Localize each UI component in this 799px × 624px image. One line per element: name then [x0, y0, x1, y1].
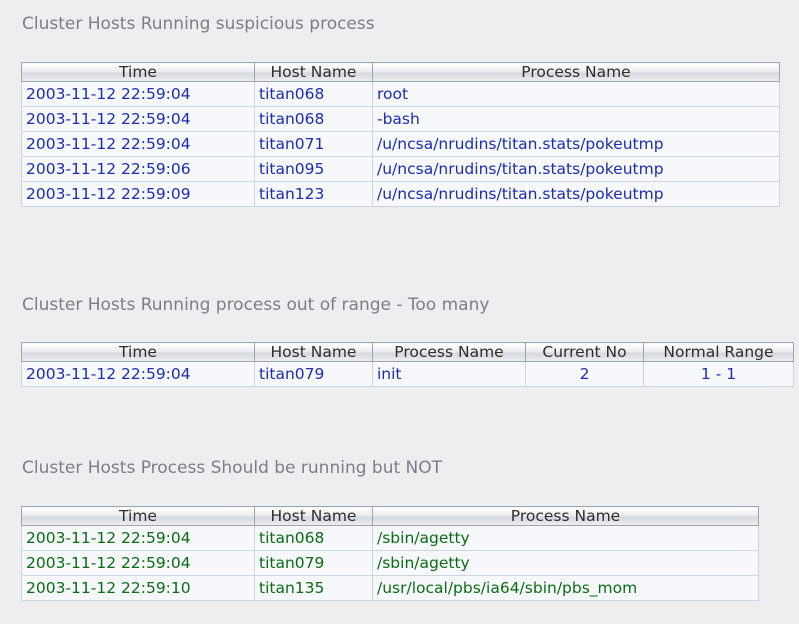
column-header-host-name[interactable]: Host Name [254, 62, 373, 82]
host-name-cell: titan068 [254, 525, 373, 551]
process-name-cell: /u/ncsa/nrudins/titan.stats/pokeutmp [372, 181, 780, 207]
table-header-row: Time Host Name Process Name Current No N… [21, 342, 794, 362]
time-cell: 2003-11-12 22:59:04 [21, 361, 255, 387]
column-header-process-name[interactable]: Process Name [372, 62, 780, 82]
column-header-process-name[interactable]: Process Name [372, 342, 526, 362]
table-row: 2003-11-12 22:59:04 titan079 /sbin/agett… [21, 550, 759, 576]
time-cell: 2003-11-12 22:59:10 [21, 575, 255, 601]
table-row: 2003-11-12 22:59:04 titan068 /sbin/agett… [21, 525, 759, 551]
time-cell: 2003-11-12 22:59:04 [21, 81, 255, 107]
column-header-process-name[interactable]: Process Name [372, 506, 759, 526]
process-name-cell: -bash [372, 106, 780, 132]
table-row: 2003-11-12 22:59:04 titan068 root [21, 81, 780, 107]
column-header-current-no[interactable]: Current No [525, 342, 644, 362]
time-cell: 2003-11-12 22:59:06 [21, 156, 255, 182]
column-header-host-name[interactable]: Host Name [254, 506, 373, 526]
time-cell: 2003-11-12 22:59:04 [21, 525, 255, 551]
table-header-row: Time Host Name Process Name [21, 506, 759, 526]
table-row: 2003-11-12 22:59:09 titan123 /u/ncsa/nru… [21, 181, 780, 207]
not-running-table: Time Host Name Process Name 2003-11-12 2… [21, 506, 759, 601]
table-row: 2003-11-12 22:59:04 titan068 -bash [21, 106, 780, 132]
suspicious-process-title: Cluster Hosts Running suspicious process [22, 14, 375, 34]
report-page: Cluster Hosts Running suspicious process… [0, 0, 799, 624]
host-name-cell: titan123 [254, 181, 373, 207]
not-running-title: Cluster Hosts Process Should be running … [22, 458, 443, 478]
suspicious-process-table: Time Host Name Process Name 2003-11-12 2… [21, 62, 780, 207]
process-name-cell: /u/ncsa/nrudins/titan.stats/pokeutmp [372, 131, 780, 157]
host-name-cell: titan068 [254, 81, 373, 107]
column-header-host-name[interactable]: Host Name [254, 342, 373, 362]
time-cell: 2003-11-12 22:59:04 [21, 550, 255, 576]
table-row: 2003-11-12 22:59:10 titan135 /usr/local/… [21, 575, 759, 601]
time-cell: 2003-11-12 22:59:04 [21, 106, 255, 132]
host-name-cell: titan071 [254, 131, 373, 157]
process-name-cell: root [372, 81, 780, 107]
out-of-range-title: Cluster Hosts Running process out of ran… [22, 295, 490, 315]
host-name-cell: titan079 [254, 550, 373, 576]
table-row: 2003-11-12 22:59:04 titan071 /u/ncsa/nru… [21, 131, 780, 157]
time-cell: 2003-11-12 22:59:04 [21, 131, 255, 157]
normal-range-cell: 1 - 1 [643, 361, 794, 387]
process-name-cell: init [372, 361, 526, 387]
table-header-row: Time Host Name Process Name [21, 62, 780, 82]
process-name-cell: /usr/local/pbs/ia64/sbin/pbs_mom [372, 575, 759, 601]
out-of-range-table: Time Host Name Process Name Current No N… [21, 342, 794, 387]
process-name-cell: /u/ncsa/nrudins/titan.stats/pokeutmp [372, 156, 780, 182]
column-header-time[interactable]: Time [21, 506, 255, 526]
current-no-cell: 2 [525, 361, 644, 387]
host-name-cell: titan095 [254, 156, 373, 182]
column-header-time[interactable]: Time [21, 342, 255, 362]
process-name-cell: /sbin/agetty [372, 550, 759, 576]
table-row: 2003-11-12 22:59:06 titan095 /u/ncsa/nru… [21, 156, 780, 182]
host-name-cell: titan135 [254, 575, 373, 601]
time-cell: 2003-11-12 22:59:09 [21, 181, 255, 207]
column-header-time[interactable]: Time [21, 62, 255, 82]
process-name-cell: /sbin/agetty [372, 525, 759, 551]
column-header-normal-range[interactable]: Normal Range [643, 342, 794, 362]
host-name-cell: titan068 [254, 106, 373, 132]
table-row: 2003-11-12 22:59:04 titan079 init 2 1 - … [21, 361, 794, 387]
host-name-cell: titan079 [254, 361, 373, 387]
